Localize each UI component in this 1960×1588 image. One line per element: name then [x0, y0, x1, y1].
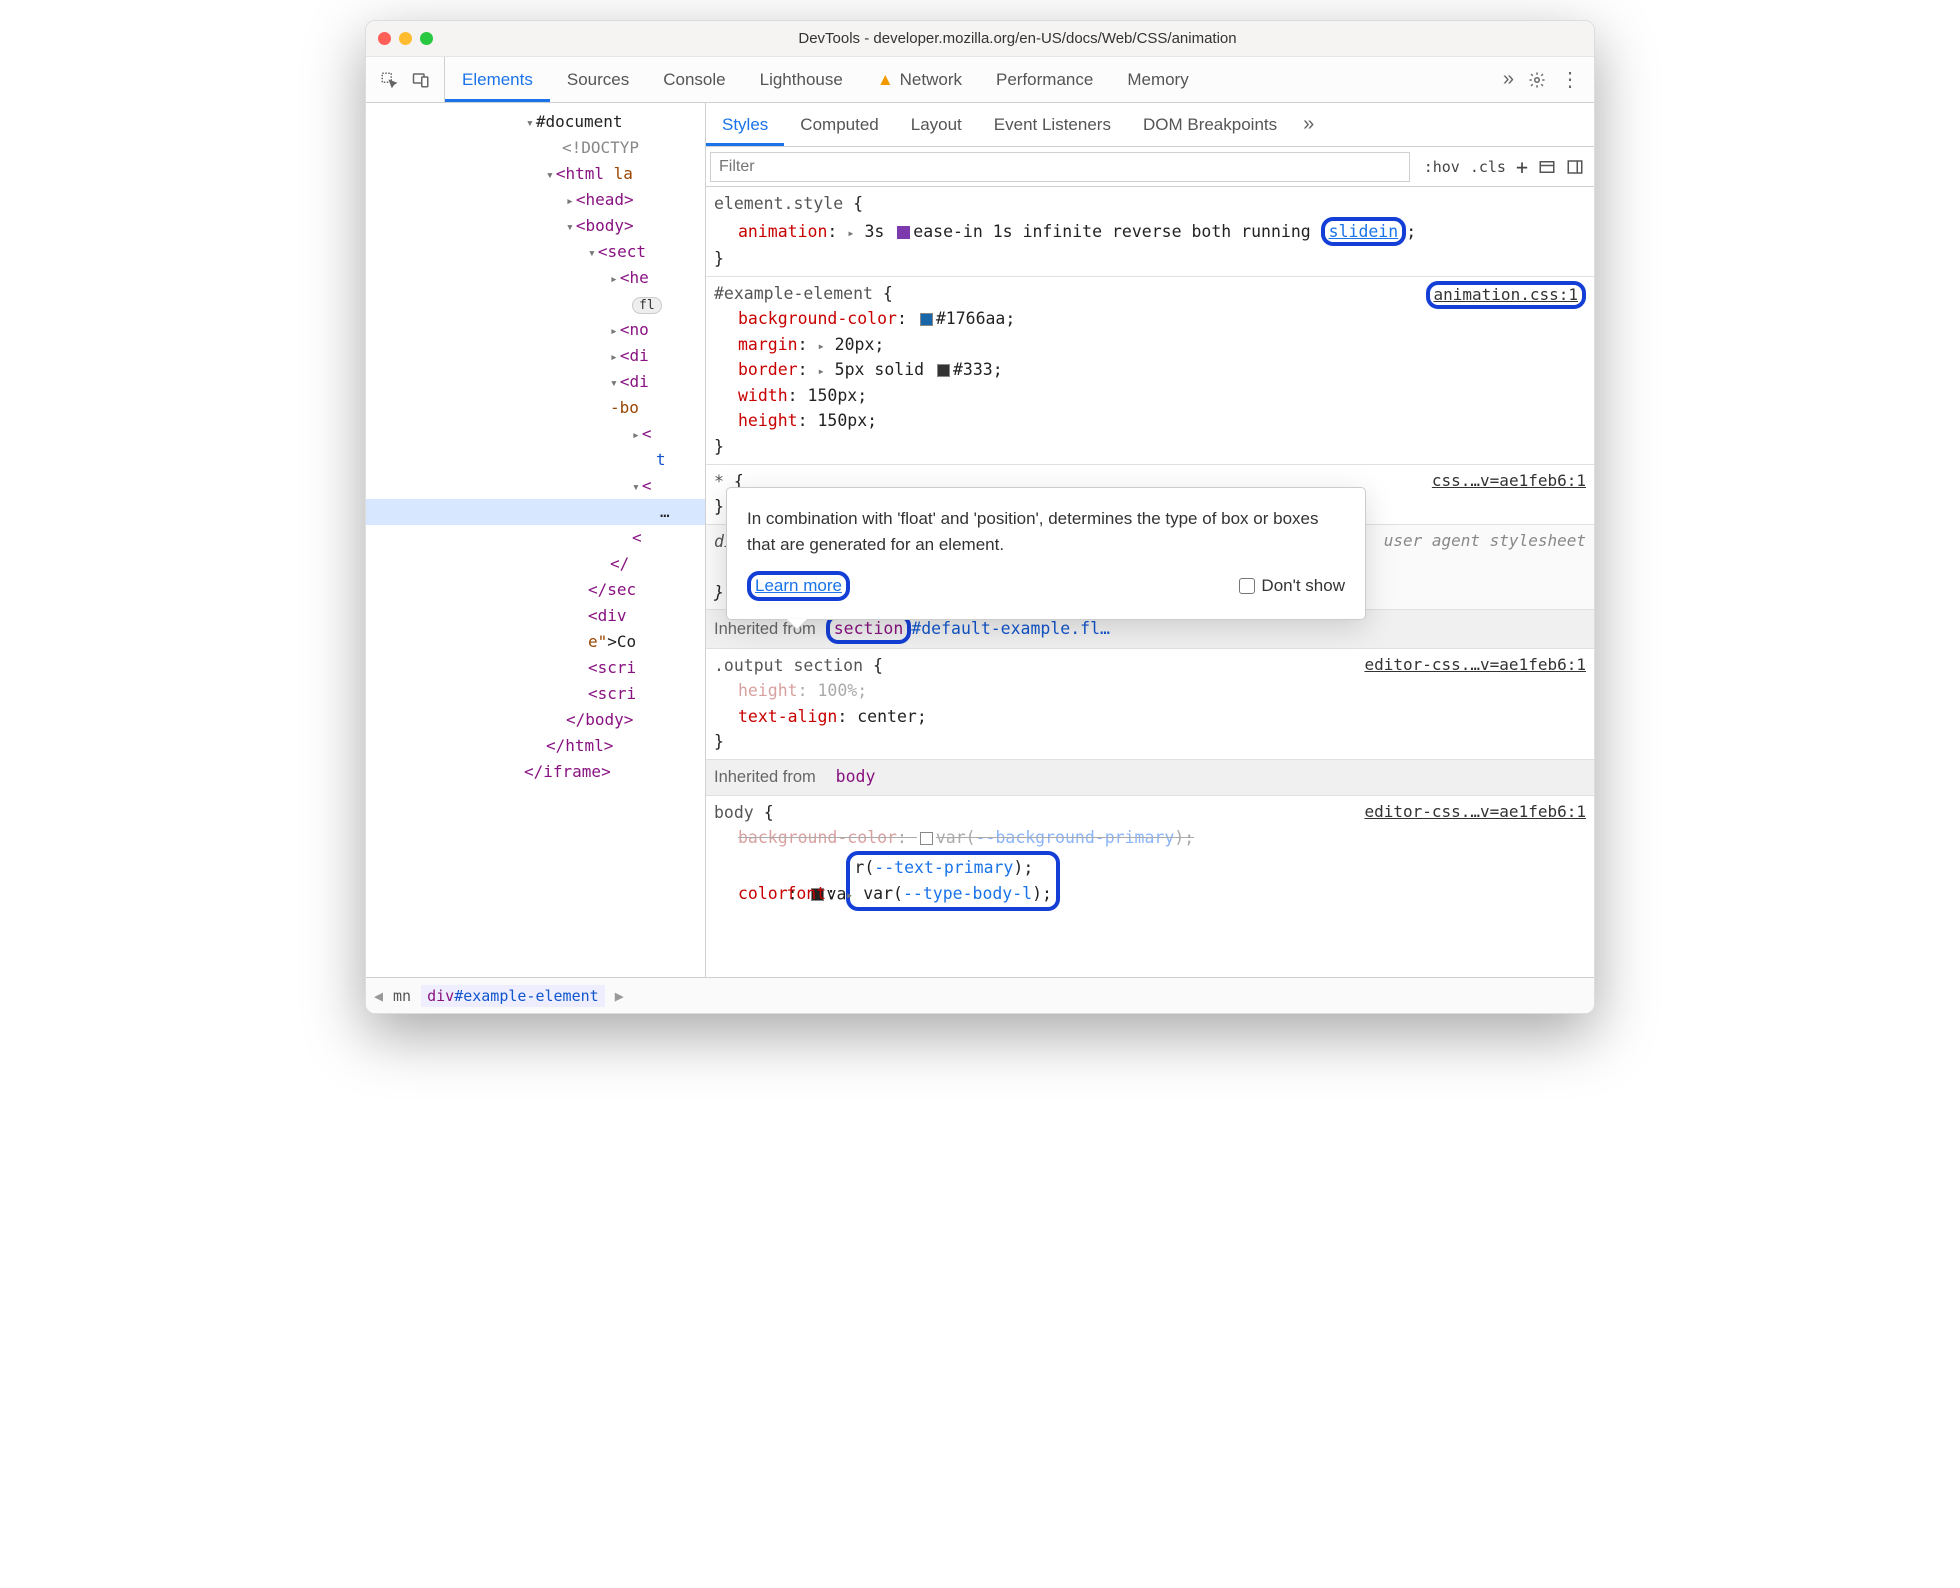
css-rules[interactable]: element.style { animation: ▸ 3s ease-in …	[706, 187, 1594, 977]
device-icon[interactable]	[412, 71, 430, 89]
easing-icon[interactable]	[897, 226, 910, 239]
maximize-icon[interactable]	[420, 32, 433, 45]
tab-elements[interactable]: Elements	[445, 57, 550, 102]
tab-performance[interactable]: Performance	[979, 57, 1110, 102]
filter-input[interactable]	[710, 152, 1410, 182]
expand-icon[interactable]	[610, 320, 620, 339]
more-tabs-icon[interactable]: »	[1503, 68, 1514, 91]
main-toolbar: Elements Sources Console Lighthouse ▲Net…	[366, 57, 1594, 103]
more-tabs-icon[interactable]: »	[1293, 113, 1324, 136]
tab-sources[interactable]: Sources	[550, 57, 646, 102]
tab-computed[interactable]: Computed	[784, 103, 894, 146]
expand-icon[interactable]	[588, 242, 598, 261]
styles-tabs: Styles Computed Layout Event Listeners D…	[706, 103, 1594, 147]
tab-dom-breakpoints[interactable]: DOM Breakpoints	[1127, 103, 1293, 146]
expand-icon[interactable]	[632, 424, 642, 443]
breadcrumb-item-selected[interactable]: div#example-element	[421, 985, 605, 1007]
window-title: DevTools - developer.mozilla.org/en-US/d…	[453, 30, 1582, 47]
expand-icon[interactable]	[632, 476, 642, 495]
tab-memory[interactable]: Memory	[1110, 57, 1205, 102]
callout-animation-name: slidein	[1321, 217, 1407, 246]
color-swatch-icon	[920, 832, 933, 845]
expand-icon[interactable]	[610, 372, 620, 391]
main-area: #document <!DOCTYP <html la <head> <body…	[366, 103, 1594, 977]
gear-icon[interactable]	[1528, 71, 1546, 89]
callout-learn-more: Learn more	[747, 571, 850, 601]
tab-network[interactable]: ▲Network	[860, 57, 979, 102]
breadcrumb: ◀ mn div#example-element ▶	[366, 977, 1594, 1013]
callout-css-vars: r(--text-primary); font: ▸ var(--type-bo…	[846, 851, 1060, 912]
dont-show-checkbox[interactable]: Don't show	[1239, 573, 1345, 599]
expand-icon[interactable]	[610, 268, 620, 287]
color-swatch-icon[interactable]	[920, 313, 933, 326]
property-tooltip: In combination with 'float' and 'positio…	[726, 487, 1366, 620]
source-link[interactable]: animation.css:1	[1426, 281, 1587, 310]
inspect-tools	[366, 57, 445, 102]
filter-row: :hov .cls +	[706, 147, 1594, 187]
rule-element-style[interactable]: element.style { animation: ▸ 3s ease-in …	[706, 187, 1594, 276]
chevron-right-icon[interactable]: ▶	[615, 987, 624, 1005]
selected-node[interactable]: …	[366, 499, 705, 525]
expand-icon[interactable]	[566, 216, 576, 235]
tooltip-text: In combination with 'float' and 'positio…	[747, 506, 1345, 559]
inspect-icon[interactable]	[380, 71, 398, 89]
rule-body[interactable]: editor-css.…v=ae1feb6:1 body { backgroun…	[706, 795, 1594, 916]
toolbar-right: » ⋮	[1489, 68, 1594, 91]
warning-icon: ▲	[877, 70, 894, 90]
tab-styles[interactable]: Styles	[706, 103, 784, 146]
filter-actions: :hov .cls +	[1414, 155, 1594, 179]
titlebar: DevTools - developer.mozilla.org/en-US/d…	[366, 21, 1594, 57]
close-icon[interactable]	[378, 32, 391, 45]
rule-output-section[interactable]: editor-css.…v=ae1feb6:1 .output section …	[706, 648, 1594, 759]
source-link[interactable]: editor-css.…v=ae1feb6:1	[1364, 800, 1586, 825]
tab-event-listeners[interactable]: Event Listeners	[978, 103, 1127, 146]
expand-icon[interactable]	[610, 346, 620, 365]
source-link: user agent stylesheet	[1384, 529, 1586, 554]
checkbox-icon[interactable]	[1239, 578, 1255, 594]
rule-example-element[interactable]: animation.css:1 #example-element { backg…	[706, 276, 1594, 464]
tab-console[interactable]: Console	[646, 57, 742, 102]
window-controls	[378, 32, 433, 45]
source-link[interactable]: editor-css.…v=ae1feb6:1	[1364, 653, 1586, 678]
chevron-left-icon[interactable]: ◀	[374, 987, 383, 1005]
cls-toggle[interactable]: .cls	[1470, 158, 1506, 176]
color-swatch-icon[interactable]	[937, 364, 950, 377]
inherited-body-bar: Inherited from body	[706, 759, 1594, 795]
tab-layout[interactable]: Layout	[895, 103, 978, 146]
learn-more-link[interactable]: Learn more	[755, 576, 842, 595]
source-link[interactable]: css.…v=ae1feb6:1	[1432, 469, 1586, 494]
expand-icon[interactable]	[566, 190, 576, 209]
tab-lighthouse[interactable]: Lighthouse	[743, 57, 860, 102]
kebab-icon[interactable]: ⋮	[1560, 75, 1580, 85]
dom-tree[interactable]: #document <!DOCTYP <html la <head> <body…	[366, 103, 706, 977]
panel-tabs: Elements Sources Console Lighthouse ▲Net…	[445, 57, 1489, 102]
expand-icon[interactable]	[546, 164, 556, 183]
hov-toggle[interactable]: :hov	[1424, 158, 1460, 176]
devtools-window: DevTools - developer.mozilla.org/en-US/d…	[365, 20, 1595, 1014]
computed-toggle-icon[interactable]	[1538, 158, 1556, 176]
expand-icon[interactable]	[526, 112, 536, 131]
minimize-icon[interactable]	[399, 32, 412, 45]
new-rule-icon[interactable]: +	[1516, 155, 1528, 179]
sidebar-toggle-icon[interactable]	[1566, 158, 1584, 176]
breadcrumb-item[interactable]: mn	[393, 987, 411, 1005]
styles-panel: Styles Computed Layout Event Listeners D…	[706, 103, 1594, 977]
